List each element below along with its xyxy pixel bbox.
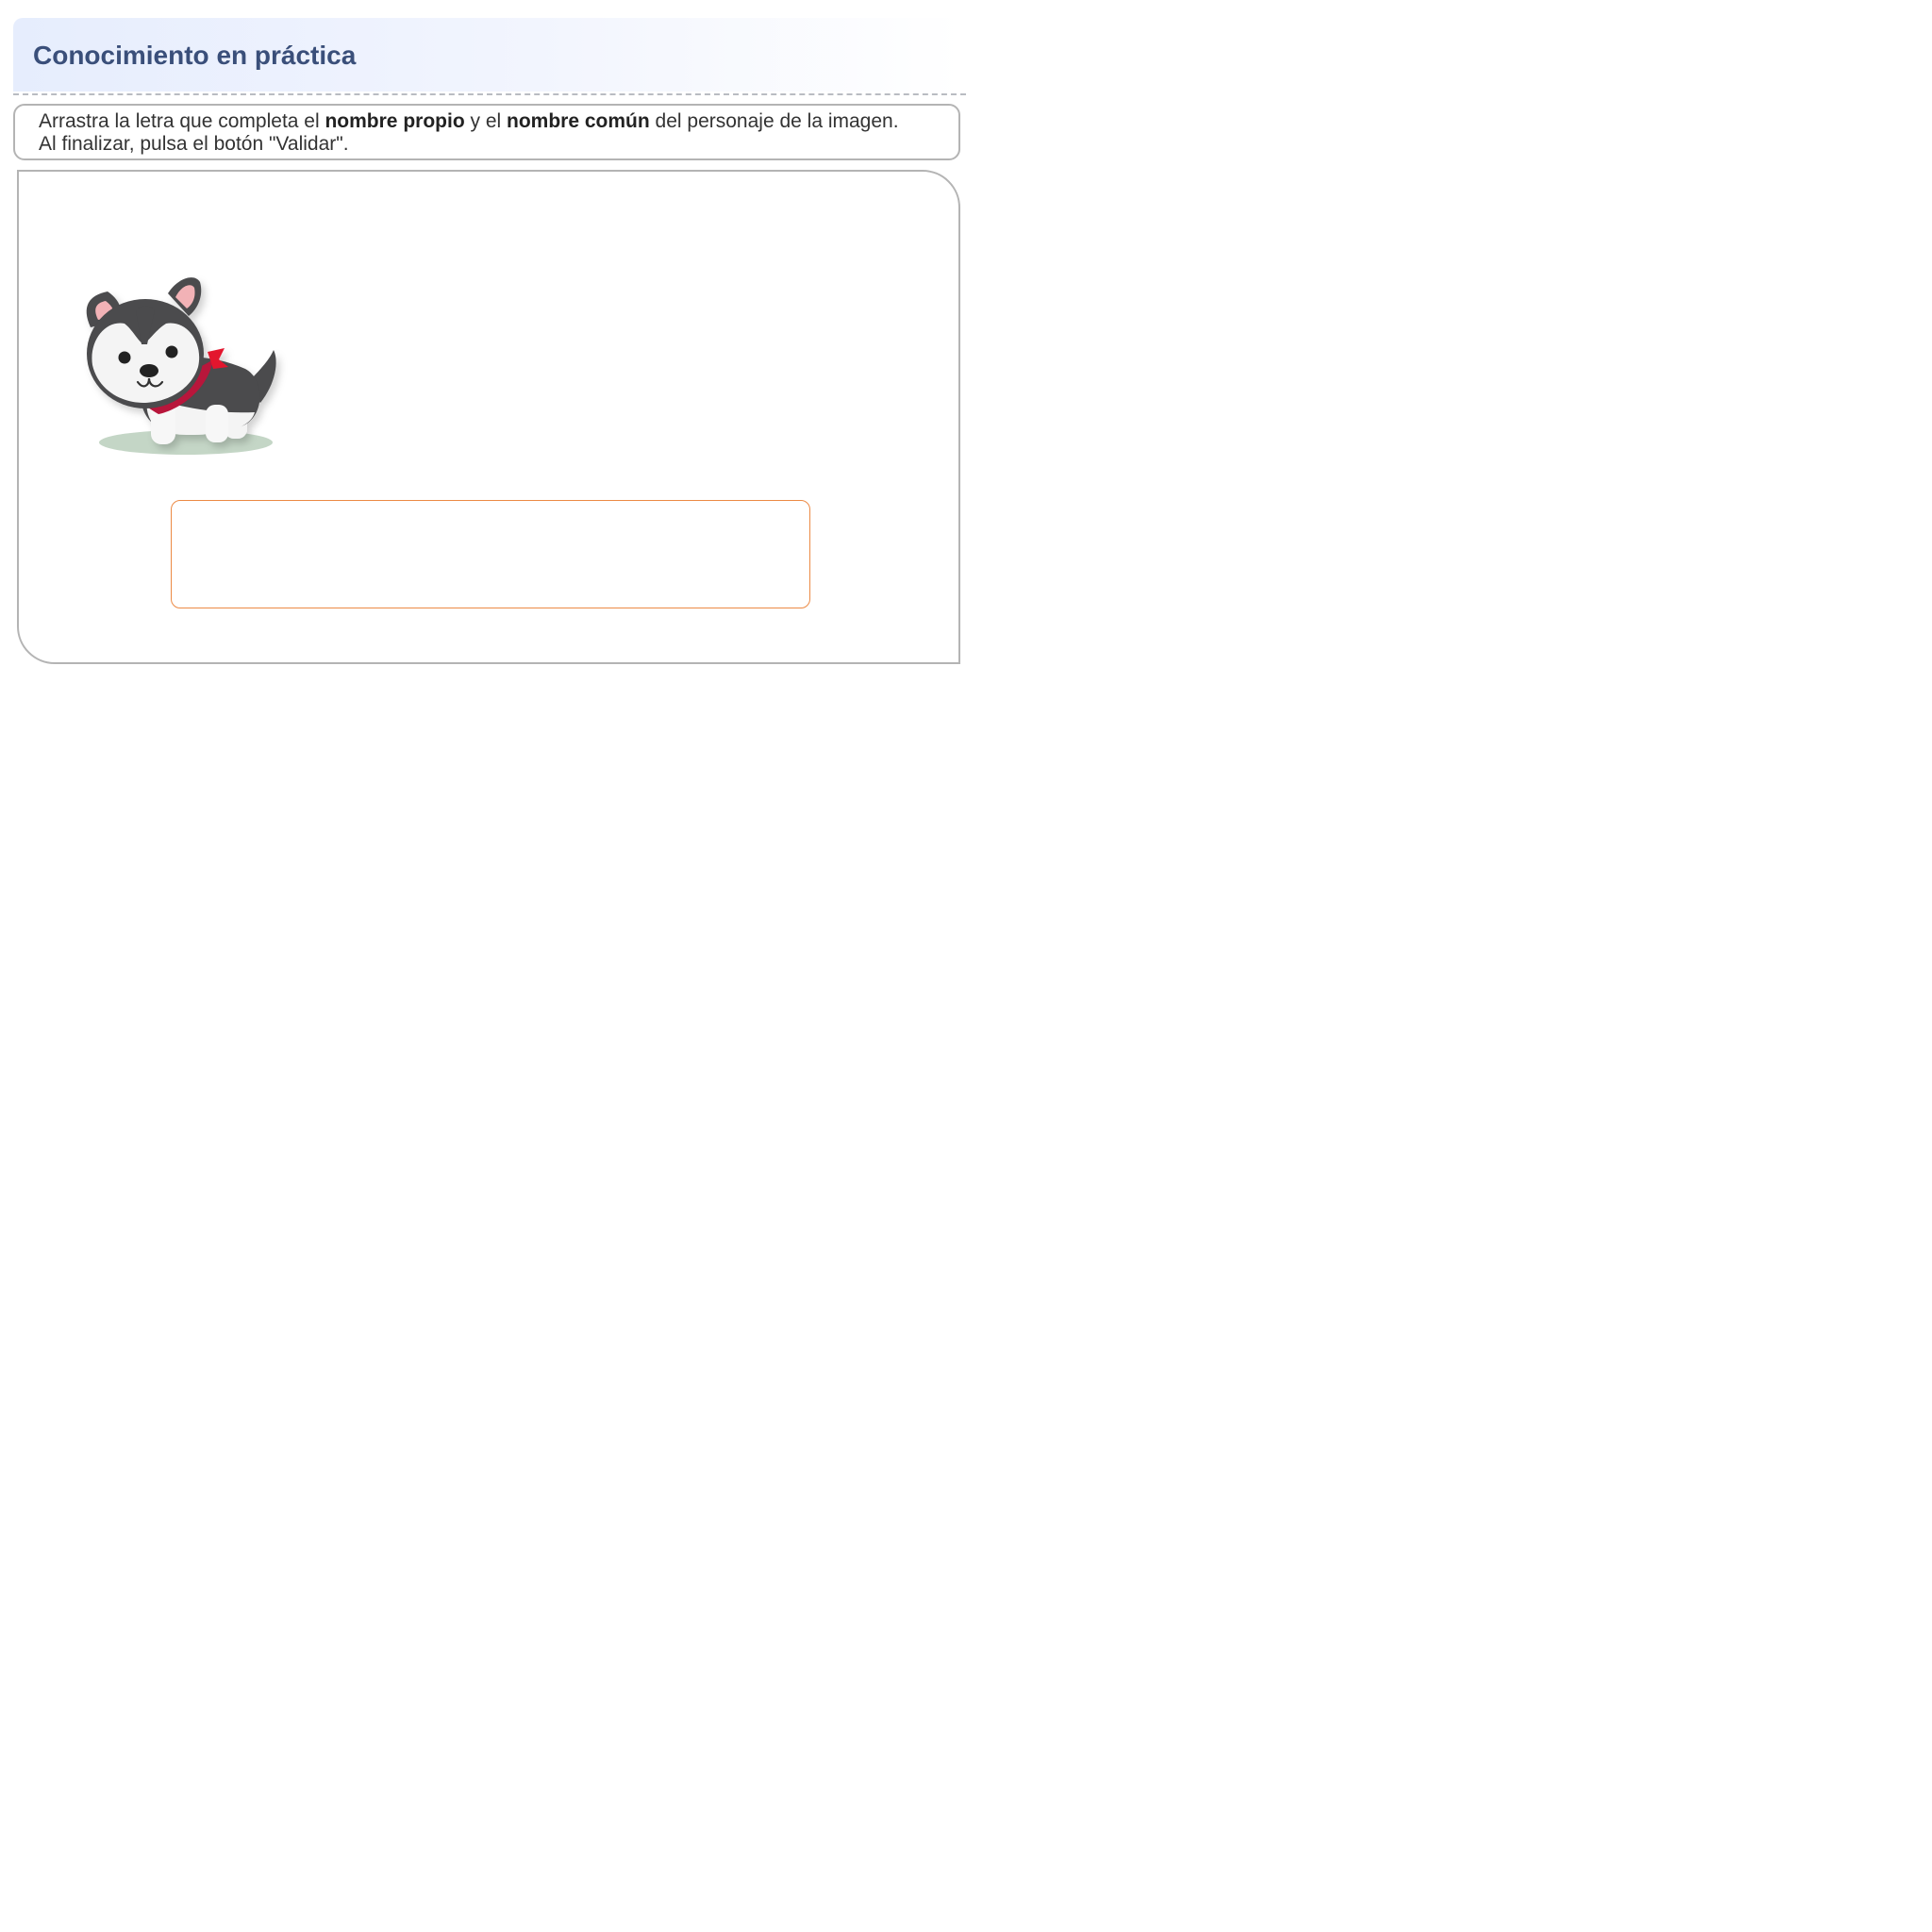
dashed-divider xyxy=(13,93,966,95)
section-header: Conocimiento en práctica xyxy=(13,18,962,92)
instructions-text: del personaje de la imagen. xyxy=(649,110,899,132)
instructions-line-2: Al finalizar, pulsa el botón "Validar". xyxy=(39,133,349,155)
page: Conocimiento en práctica Arrastra la let… xyxy=(0,0,1932,1932)
instructions-box: Arrastra la letra que completa el nombre… xyxy=(13,104,960,160)
instructions-line-1: Arrastra la letra que completa el nombre… xyxy=(39,110,958,133)
activity-panel xyxy=(17,170,960,664)
letter-drop-zone[interactable] xyxy=(171,500,810,608)
instructions-text: Arrastra la letra que completa el xyxy=(39,110,325,132)
instructions-text: y el xyxy=(464,110,508,132)
instructions-bold-common-noun: nombre común xyxy=(507,110,650,132)
instructions-bold-proper-noun: nombre propio xyxy=(325,110,465,132)
page-title: Conocimiento en práctica xyxy=(33,41,357,70)
husky-dog-icon xyxy=(66,254,292,480)
